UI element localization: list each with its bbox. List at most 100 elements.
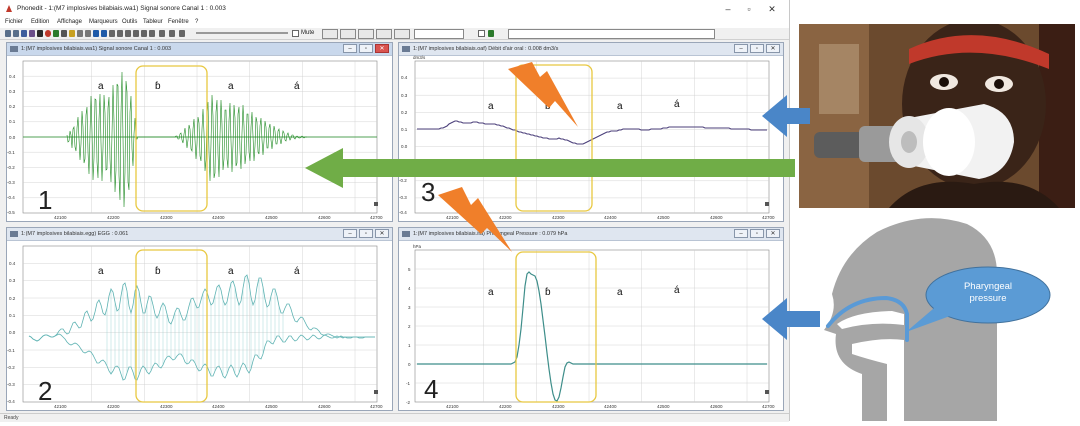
y-tick: -0.4 <box>7 399 15 404</box>
waveform-icon <box>402 46 410 52</box>
x-tick: 42200 <box>107 404 120 409</box>
x-tick: 42300 <box>160 215 173 220</box>
info-field[interactable] <box>508 29 715 39</box>
menu-tableur[interactable]: Tableur <box>143 19 163 25</box>
cursor-handle[interactable] <box>374 390 378 394</box>
run-icon[interactable] <box>488 30 494 37</box>
window-audio-signal[interactable]: 1:(M7 implosives bilabiais.wa1) Signal s… <box>6 42 393 222</box>
y-tick: -2 <box>406 400 410 405</box>
restore-icon[interactable]: ▫ <box>750 229 764 238</box>
close-icon[interactable]: ✕ <box>766 44 780 53</box>
x-tick: 42700 <box>370 404 383 409</box>
y-tick: 1 <box>408 343 411 348</box>
vocal-tract-illustration <box>792 214 1080 421</box>
phone-label: á <box>294 266 300 277</box>
option-checkbox[interactable] <box>478 30 485 37</box>
restore-icon[interactable]: ▫ <box>359 229 373 238</box>
value-field[interactable] <box>414 29 464 39</box>
x-tick: 42500 <box>265 404 278 409</box>
waveform-icon <box>10 231 18 237</box>
stop-icon[interactable] <box>61 30 67 37</box>
tool-icon-7[interactable] <box>159 30 165 37</box>
y-tick: -0.1 <box>399 161 407 166</box>
window-title: 1:(M7 implosives bilabiais.ifa) Pharynge… <box>413 231 568 237</box>
close-icon[interactable]: ✕ <box>763 3 781 15</box>
y-tick: 0.1 <box>9 119 16 124</box>
menu-edition[interactable]: Edition <box>31 19 49 25</box>
menu-help[interactable]: ? <box>195 19 198 25</box>
participant-photo <box>799 24 1075 208</box>
y-tick: -0.5 <box>7 210 15 215</box>
tool-icon-3[interactable] <box>125 30 131 37</box>
phone-label: á <box>674 99 680 110</box>
y-tick: 0.0 <box>9 330 16 335</box>
minimize-icon[interactable]: – <box>343 44 357 53</box>
volume-slider[interactable] <box>196 32 288 34</box>
close-icon[interactable]: ✕ <box>375 229 389 238</box>
window-egg[interactable]: 1:(M7 implosives bilabiais.egg) EGG : 0.… <box>6 227 393 411</box>
x-tick: 42700 <box>370 215 383 220</box>
tool-icon-9[interactable] <box>179 30 185 37</box>
pen-icon[interactable] <box>29 30 35 37</box>
maximize-icon[interactable]: ▫ <box>740 3 758 15</box>
restore-icon[interactable]: ▫ <box>750 44 764 53</box>
mute-checkbox[interactable] <box>292 30 299 37</box>
cursor-handle[interactable] <box>374 202 378 206</box>
play-icon[interactable] <box>53 30 59 37</box>
window-oral-airflow[interactable]: 1:(M7 implosives bilabiais.oaf) Débit d'… <box>398 42 784 222</box>
y-tick: -0.3 <box>7 180 15 185</box>
view-button-2[interactable] <box>340 29 356 39</box>
menu-outils[interactable]: Outils <box>122 19 137 25</box>
y-tick: 0.4 <box>9 74 16 79</box>
restore-icon[interactable]: ▫ <box>359 44 373 53</box>
tool-icon-1[interactable] <box>109 30 115 37</box>
view-button-5[interactable] <box>394 29 410 39</box>
record-icon[interactable] <box>45 30 51 37</box>
cursor-handle[interactable] <box>765 390 769 394</box>
window-pharyngeal-pressure[interactable]: 1:(M7 implosives bilabiais.ifa) Pharynge… <box>398 227 784 411</box>
menu-marqueurs[interactable]: Marqueurs <box>89 19 118 25</box>
save-icon[interactable] <box>21 30 27 37</box>
zoom-in-icon[interactable] <box>77 30 83 37</box>
head-diagram <box>824 218 997 421</box>
app-logo-icon <box>6 5 12 12</box>
waveform-icon <box>402 231 410 237</box>
arrow-right-icon[interactable] <box>101 30 107 37</box>
cursor-handle[interactable] <box>765 202 769 206</box>
y-tick: 0.4 <box>401 75 408 80</box>
minimize-icon[interactable]: – <box>734 229 748 238</box>
minimize-icon[interactable]: – <box>734 44 748 53</box>
view-button-3[interactable] <box>358 29 374 39</box>
y-tick: -0.2 <box>7 365 15 370</box>
x-tick: 42700 <box>762 215 775 220</box>
open-icon[interactable] <box>13 30 19 37</box>
zoom-out-icon[interactable] <box>85 30 91 37</box>
y-tick: 0.3 <box>9 89 16 94</box>
arrow-left-icon[interactable] <box>93 30 99 37</box>
y-tick: -0.4 <box>399 210 407 215</box>
close-icon[interactable]: ✕ <box>375 44 389 53</box>
x-tick: 42500 <box>265 215 278 220</box>
waveform-icon <box>10 46 18 52</box>
view-button-4[interactable] <box>376 29 392 39</box>
marker-icon[interactable] <box>69 30 75 37</box>
tool-icon-4[interactable] <box>133 30 139 37</box>
tool-icon-2[interactable] <box>117 30 123 37</box>
menu-fenetre[interactable]: Fenêtre <box>168 19 189 25</box>
toolbar: Mute <box>0 28 789 40</box>
tool-icon-5[interactable] <box>141 30 147 37</box>
x-tick: 42600 <box>710 215 723 220</box>
new-icon[interactable] <box>5 30 11 37</box>
view-button-1[interactable] <box>322 29 338 39</box>
close-icon[interactable]: ✕ <box>766 229 780 238</box>
menu-fichier[interactable]: Fichier <box>5 19 23 25</box>
tool-icon-8[interactable] <box>169 30 175 37</box>
cut-icon[interactable] <box>37 30 43 37</box>
tool-icon-6[interactable] <box>149 30 155 37</box>
menu-affichage[interactable]: Affichage <box>57 19 82 25</box>
y-tick: 3 <box>408 305 411 310</box>
y-tick: 0.1 <box>9 313 16 318</box>
minimize-icon[interactable]: – <box>719 3 737 15</box>
minimize-icon[interactable]: – <box>343 229 357 238</box>
y-tick: 0.4 <box>9 261 16 266</box>
